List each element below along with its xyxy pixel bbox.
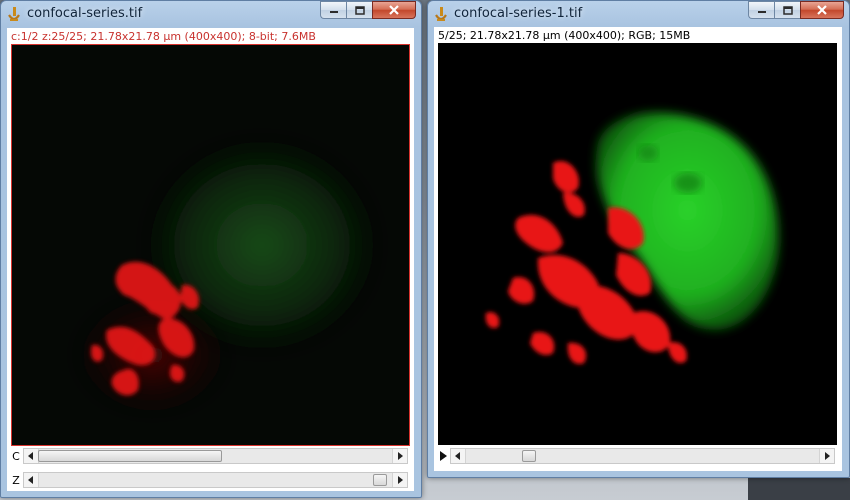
- scroll-right-button[interactable]: [819, 449, 834, 463]
- channel-scrollbar-thumb[interactable]: [38, 450, 222, 462]
- window-client-area: 5/25; 21.78x21.78 µm (400x400); RGB; 15M…: [434, 27, 842, 471]
- close-button[interactable]: [800, 1, 844, 19]
- frame-scrollbar-thumb[interactable]: [522, 450, 536, 462]
- channel-slider-label: C: [12, 449, 20, 463]
- minimize-icon: [757, 11, 766, 13]
- arrow-left-icon: [28, 452, 33, 460]
- minimize-button[interactable]: [748, 1, 774, 19]
- channel-slider-row: C: [9, 448, 408, 464]
- maximize-icon: [354, 5, 365, 15]
- image-window-confocal-series[interactable]: confocal-series.tif c:1/2 z:25/25; 21.78…: [0, 0, 422, 498]
- scroll-right-button[interactable]: [392, 473, 407, 487]
- desktop-background: [748, 478, 850, 500]
- frame-slider-row: [436, 448, 835, 464]
- image-info-text: 5/25; 21.78x21.78 µm (400x400); RGB; 15M…: [438, 29, 691, 42]
- maximize-icon: [782, 5, 793, 15]
- confocal-image-rgb[interactable]: [438, 43, 837, 445]
- close-icon: [817, 5, 827, 15]
- confocal-image-channel-composite[interactable]: [12, 45, 409, 445]
- z-slider-row: Z: [9, 472, 408, 488]
- image-canvas[interactable]: [11, 44, 410, 446]
- title-bar[interactable]: confocal-series-1.tif: [428, 1, 849, 27]
- arrow-left-icon: [455, 452, 460, 460]
- scroll-left-button[interactable]: [451, 449, 466, 463]
- window-title: confocal-series-1.tif: [454, 6, 583, 21]
- frame-scrollbar[interactable]: [450, 448, 835, 464]
- scroll-right-button[interactable]: [392, 449, 407, 463]
- arrow-left-icon: [28, 476, 33, 484]
- z-scrollbar[interactable]: [23, 472, 408, 488]
- window-title: confocal-series.tif: [27, 6, 143, 21]
- minimize-icon: [329, 11, 338, 13]
- imagej-icon: [435, 7, 447, 21]
- z-slider-label: Z: [12, 473, 20, 487]
- scroll-left-button[interactable]: [24, 473, 39, 487]
- close-icon: [389, 5, 399, 15]
- image-info-text: c:1/2 z:25/25; 21.78x21.78 µm (400x400);…: [11, 30, 316, 43]
- maximize-button[interactable]: [346, 1, 372, 19]
- image-canvas[interactable]: [438, 43, 837, 445]
- maximize-button[interactable]: [774, 1, 800, 19]
- image-window-confocal-series-1[interactable]: confocal-series-1.tif 5/25; 21.78x21.78 …: [427, 0, 850, 478]
- z-scrollbar-thumb[interactable]: [373, 474, 387, 486]
- play-button[interactable]: [436, 451, 450, 461]
- imagej-icon: [8, 7, 20, 21]
- scroll-left-button[interactable]: [24, 449, 39, 463]
- channel-scrollbar[interactable]: [23, 448, 408, 464]
- arrow-right-icon: [398, 476, 403, 484]
- title-bar[interactable]: confocal-series.tif: [1, 1, 421, 27]
- arrow-right-icon: [398, 452, 403, 460]
- play-icon: [440, 451, 447, 461]
- minimize-button[interactable]: [320, 1, 346, 19]
- arrow-right-icon: [825, 452, 830, 460]
- close-button[interactable]: [372, 1, 416, 19]
- window-client-area: c:1/2 z:25/25; 21.78x21.78 µm (400x400);…: [7, 28, 414, 491]
